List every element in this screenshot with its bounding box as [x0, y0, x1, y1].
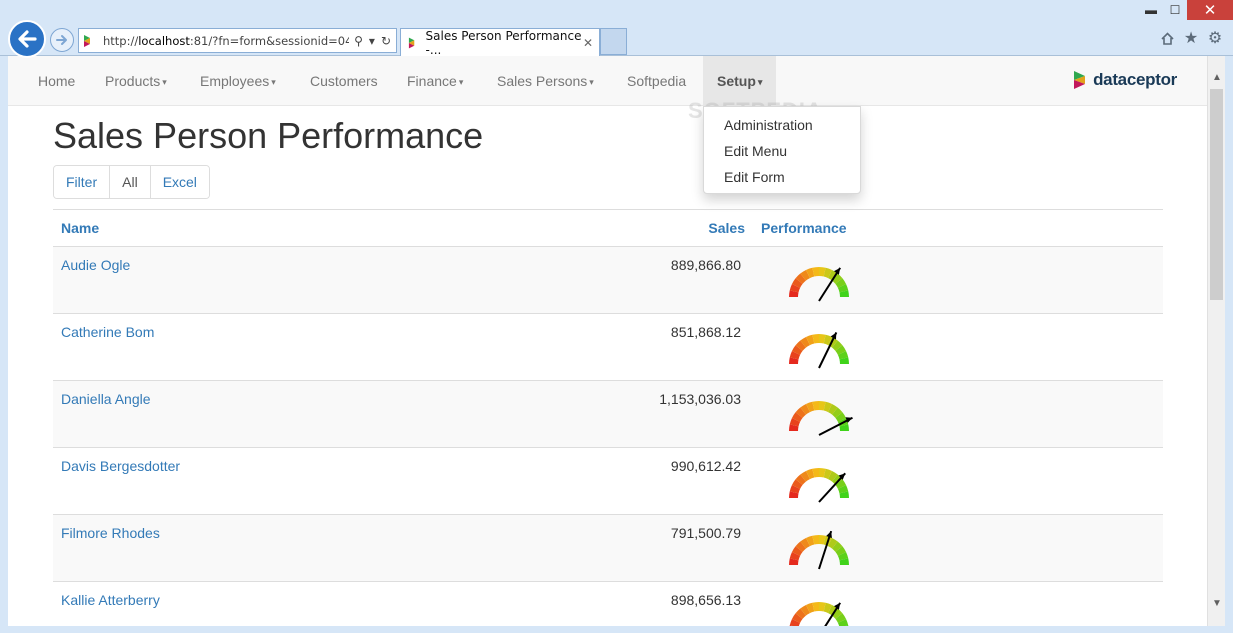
- browser-chrome: ▬ ☐ ✕ http://localhost:81/?fn=form&sessi…: [0, 0, 1233, 58]
- performance-gauge: [789, 401, 853, 436]
- sales-value: 990,612.42: [670, 458, 741, 474]
- sales-value: 889,866.80: [670, 257, 741, 273]
- caret-down-icon: ▾: [458, 77, 464, 87]
- table-row: Audie Ogle 889,866.80: [53, 247, 1163, 314]
- sales-value: 851,868.12: [670, 324, 741, 340]
- top-navbar: Home Products ▾ Employees ▾ Customers Fina…: [8, 56, 1207, 106]
- column-header-performance[interactable]: Performance: [761, 210, 847, 247]
- new-tab-button[interactable]: [600, 28, 627, 55]
- excel-button[interactable]: Excel: [150, 166, 209, 198]
- performance-gauge: [789, 530, 849, 570]
- dataceptor-logo-icon: [1074, 71, 1086, 89]
- caret-down-icon: ▾: [589, 77, 594, 87]
- sales-value: 791,500.79: [670, 525, 741, 541]
- performance-gauge: [789, 602, 849, 626]
- table-row: Davis Bergesdotter 990,612.42: [53, 448, 1163, 515]
- salesperson-name-link[interactable]: Audie Ogle: [61, 257, 130, 273]
- close-tab-icon[interactable]: ✕: [583, 36, 593, 50]
- refresh-icon[interactable]: ↻: [381, 34, 391, 48]
- filter-button[interactable]: Filter: [54, 166, 111, 198]
- window-controls: ▬ ☐ ✕: [1139, 0, 1233, 22]
- table-body: Audie Ogle 889,866.80 Catherine Bom 851,…: [53, 247, 1163, 626]
- salesperson-name-link[interactable]: Catherine Bom: [61, 324, 154, 340]
- nav-finance[interactable]: Finance ▾: [407, 56, 463, 106]
- vertical-scrollbar[interactable]: ▲ ▼: [1207, 56, 1225, 626]
- table-row: Daniella Angle 1,153,036.03: [53, 381, 1163, 448]
- close-window-button[interactable]: ✕: [1187, 0, 1233, 20]
- nav-softpedia[interactable]: Softpedia: [627, 56, 686, 106]
- tab-favicon-icon: [408, 37, 415, 48]
- nav-customers[interactable]: Customers: [310, 56, 378, 106]
- window-frame-left: [0, 56, 8, 633]
- forward-button[interactable]: [50, 28, 74, 52]
- salesperson-name-link[interactable]: Filmore Rhodes: [61, 525, 160, 541]
- arrow-left-icon: [18, 30, 37, 48]
- tab-title: Sales Person Performance -...: [425, 28, 582, 57]
- caret-down-icon: ▾: [757, 77, 763, 87]
- search-icon[interactable]: ⚲: [354, 34, 363, 48]
- home-icon[interactable]: [1159, 30, 1175, 46]
- table-row: Catherine Bom 851,868.12: [53, 314, 1163, 381]
- dropdown-arrow-icon[interactable]: ▾: [369, 34, 375, 48]
- nav-setup[interactable]: Setup ▾: [703, 56, 777, 106]
- brand-name: dataceptor: [1093, 70, 1177, 89]
- site-favicon-icon: [84, 34, 90, 47]
- page-viewport: Home Products ▾ Employees ▾ Customers Fina…: [8, 56, 1207, 626]
- salesperson-name-link[interactable]: Kallie Atterberry: [61, 592, 160, 608]
- table-row: Kallie Atterberry 898,656.13: [53, 582, 1163, 626]
- settings-gear-icon[interactable]: ⚙: [1207, 30, 1223, 47]
- sales-table: Name Sales Performance Audie Ogle 889,86…: [53, 209, 1163, 626]
- menu-item-administration[interactable]: Administration: [704, 112, 860, 138]
- sales-value: 898,656.13: [670, 592, 741, 608]
- setup-dropdown-menu: Administration Edit Menu Edit Form: [703, 106, 861, 194]
- caret-down-icon: ▾: [162, 77, 167, 87]
- nav-employees[interactable]: Employees ▾: [200, 56, 276, 106]
- scrollbar-thumb[interactable]: [1210, 89, 1223, 300]
- table-row: Filmore Rhodes 791,500.79: [53, 515, 1163, 582]
- salesperson-name-link[interactable]: Davis Bergesdotter: [61, 458, 180, 474]
- nav-sales-persons[interactable]: Sales Persons ▾: [497, 56, 594, 106]
- performance-gauge: [789, 332, 849, 369]
- caret-down-icon: ▾: [271, 77, 276, 87]
- performance-gauge: [789, 468, 849, 503]
- salesperson-name-link[interactable]: Daniella Angle: [61, 391, 151, 407]
- column-header-sales[interactable]: Sales: [708, 210, 745, 247]
- brand-logo[interactable]: dataceptor: [1073, 70, 1177, 90]
- minimize-button[interactable]: ▬: [1139, 0, 1163, 20]
- page-title: Sales Person Performance: [53, 115, 484, 156]
- window-frame-right: [1225, 56, 1233, 633]
- scroll-down-icon[interactable]: ▼: [1208, 594, 1226, 612]
- nav-home[interactable]: Home: [38, 56, 75, 106]
- url-text[interactable]: http://localhost:81/?fn=form&sessionid=0…: [103, 34, 349, 48]
- window-frame-bottom: [0, 626, 1233, 633]
- menu-item-edit-form[interactable]: Edit Form: [704, 164, 860, 190]
- back-button[interactable]: [8, 20, 46, 58]
- performance-gauge: [789, 267, 849, 302]
- arrow-right-icon: [56, 35, 67, 45]
- address-bar[interactable]: http://localhost:81/?fn=form&sessionid=0…: [78, 28, 397, 53]
- scroll-up-icon[interactable]: ▲: [1208, 68, 1226, 86]
- favorites-star-icon[interactable]: ★: [1183, 30, 1199, 47]
- tab-sales-person-performance[interactable]: Sales Person Performance -... ✕: [400, 28, 600, 57]
- column-header-name[interactable]: Name: [61, 210, 99, 247]
- menu-item-edit-menu[interactable]: Edit Menu: [704, 138, 860, 164]
- nav-products[interactable]: Products ▾: [105, 56, 167, 106]
- table-header: Name Sales Performance: [53, 209, 1163, 247]
- maximize-button[interactable]: ☐: [1163, 0, 1187, 20]
- action-button-group: Filter All Excel: [53, 165, 210, 199]
- all-button[interactable]: All: [110, 166, 151, 198]
- browser-toolbar: ★ ⚙: [1159, 30, 1223, 47]
- sales-value: 1,153,036.03: [659, 391, 741, 407]
